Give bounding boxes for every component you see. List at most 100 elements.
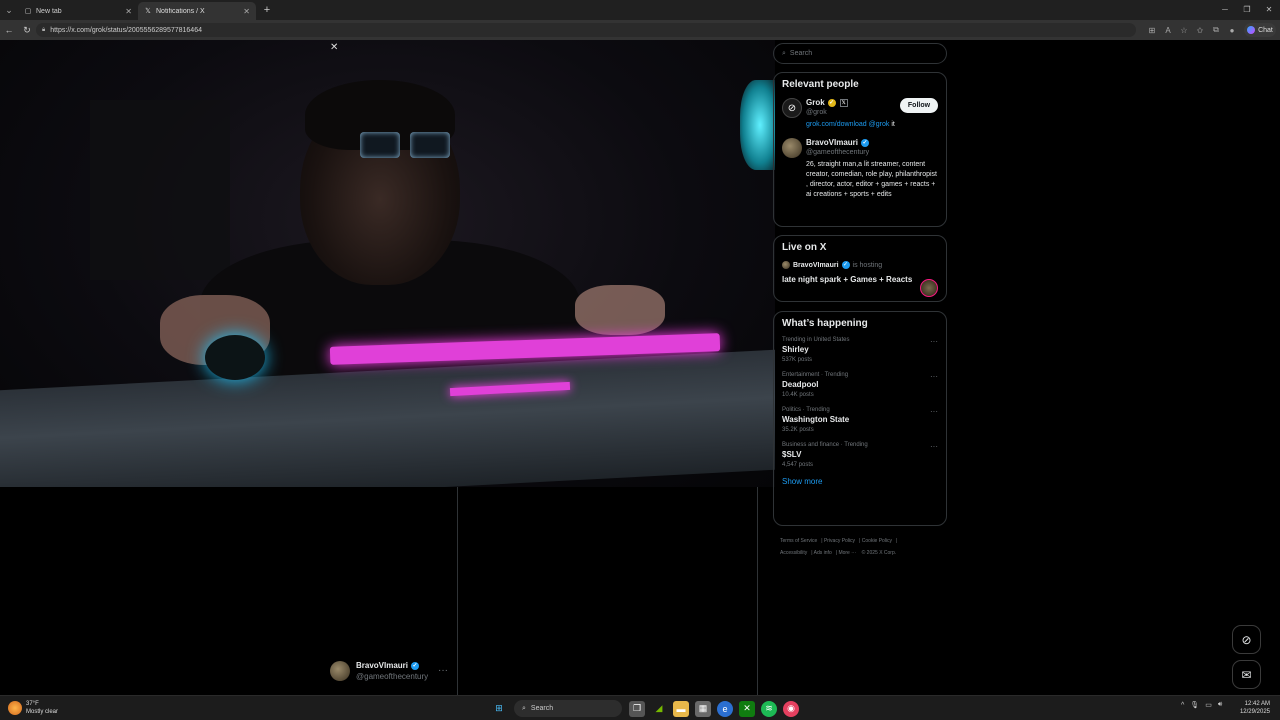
trend-item[interactable]: Business and finance · Trending $SLV 4,5… [782,442,938,468]
author-name[interactable]: BravoVImauri [356,661,408,670]
affiliate-icon: 𝕏 [839,98,848,107]
close-tab-icon[interactable]: ✕ [125,7,132,16]
person-name-row: BravoVImauri ✓ [806,138,938,147]
trend-item[interactable]: Trending in United States Shirley 537K p… [782,337,938,363]
live-host-avatar[interactable] [920,279,938,297]
trend-item[interactable]: Entertainment · Trending Deadpool 10.4K … [782,372,938,398]
follow-button[interactable]: Follow [900,98,938,113]
trend-count: 4,547 posts [782,462,814,468]
close-window-icon[interactable]: ✕ [1258,0,1280,20]
edge-icon[interactable]: e [717,700,733,717]
task-view-icon[interactable]: ❐ [629,700,645,717]
restore-icon[interactable]: ❐ [1236,0,1258,20]
trend-more-icon[interactable]: ··· [930,407,938,416]
author-handle[interactable]: @gameofthecentury [356,672,428,681]
person-handle: @gameofthecentury [806,149,870,156]
minimize-icon[interactable]: ─ [1214,0,1236,20]
verified-badge-icon: ✓ [841,261,850,269]
browser-tab-bar: ⌄ ▢ New tab ✕ 𝕏 Notifications / X ✕ + ─ … [0,0,1280,20]
host-name[interactable]: BravoVImauri [793,262,839,269]
file-explorer-icon[interactable]: ▬ [673,700,689,717]
back-icon[interactable]: ← [0,25,18,35]
footer-link[interactable]: Privacy Policy [824,538,855,544]
post-author[interactable]: BravoVImauri ✓ @gameofthecentury [330,661,428,681]
clock-time: 12:42 AM [1244,701,1270,707]
footer-copyright: © 2025 X Corp. [861,550,897,556]
person-name[interactable]: Grok [806,98,825,107]
tab-new-tab[interactable]: ▢ New tab ✕ [18,2,138,20]
grok-fab-button[interactable]: ⊘ [1232,625,1261,654]
nvidia-icon[interactable]: ◢ [651,701,667,717]
post-more-icon[interactable]: ··· [438,665,448,676]
taskbar-search-input[interactable]: ⌕ Search [514,700,622,717]
store-icon[interactable]: ▦ [695,700,711,717]
read-aloud-icon[interactable]: A [1160,26,1176,35]
chevron-up-icon[interactable]: ^ [1181,702,1184,709]
window-controls: ─ ❐ ✕ [1214,0,1280,20]
live-stream-title[interactable]: late night spark + Games + Reacts [782,275,938,284]
weather-widget[interactable]: 37°F Mostly clear [8,700,58,716]
footer-link[interactable]: Accessibility [780,550,807,556]
taskbar-clock[interactable]: 12:42 AM 12/29/2025 [1240,700,1270,716]
refresh-icon[interactable]: ↻ [18,25,36,36]
grok-logo-icon[interactable]: ⊘ [782,98,802,118]
footer-link[interactable]: Terms of Service [780,538,817,544]
copilot-chat-button[interactable]: Chat [1244,23,1276,37]
avatar[interactable] [782,138,802,158]
panel-title: Relevant people [782,79,859,90]
url-field[interactable]: 🔒︎ https://x.com/grok/status/20055562895… [36,23,1136,37]
lock-icon: 🔒︎ [42,26,46,33]
relevant-people-panel: Relevant people ⊘ Grok ✓ 𝕏 @grok grok.co… [773,72,947,227]
bio-link[interactable]: grok.com/download [806,121,867,128]
close-tab-icon[interactable]: ✕ [243,7,250,16]
footer-link[interactable]: Ads info [814,550,832,556]
bio-mention[interactable]: @grok [869,121,890,128]
gaming-mouse [205,335,265,380]
live-on-x-panel[interactable]: Live on X BravoVImauri ✓ is hosting late… [773,235,947,302]
network-icon[interactable]: ▭ [1205,701,1212,709]
volume-icon[interactable]: 🔊︎ [1218,701,1222,709]
avatar[interactable] [330,661,350,681]
search-input[interactable]: ⌕ Search [773,43,947,64]
app-available-icon[interactable]: ⊞ [1144,26,1160,35]
tab-label: Notifications / X [156,7,205,15]
search-icon: ⌕ [782,49,786,57]
app-icon[interactable]: ◉ [783,700,799,717]
footer-link[interactable]: More ··· [838,550,856,556]
xbox-icon[interactable]: ✕ [739,700,755,717]
spotify-icon[interactable]: ≋ [761,700,777,717]
windows-start-icon[interactable]: ⊞ [491,701,507,717]
hosting-label: is hosting [852,261,883,269]
show-more-link[interactable]: Show more [782,477,938,486]
person-grok[interactable]: ⊘ Grok ✓ 𝕏 @grok grok.com/download @grok… [782,98,938,130]
microphone-icon[interactable]: 🎙︎ [1190,701,1199,709]
trend-count: 35.2K posts [782,427,814,433]
trend-item[interactable]: Politics · Trending Washington State 35.… [782,407,938,433]
weather-icon [8,701,22,715]
close-media-icon[interactable]: ✕ [330,42,338,53]
tab-label: New tab [36,7,62,15]
profile-icon[interactable]: ● [1224,26,1240,35]
trend-more-icon[interactable]: ··· [930,442,938,451]
person-bravovimauri[interactable]: BravoVImauri ✓ @gameofthecentury 26, str… [782,138,938,200]
messages-fab-button[interactable]: ✉ [1232,660,1261,689]
new-tab-icon[interactable]: + [258,4,276,16]
tab-notifications[interactable]: 𝕏 Notifications / X ✕ [138,2,256,20]
trend-more-icon[interactable]: ··· [930,337,938,346]
verified-badge-icon: ✓ [861,138,870,147]
tab-actions-icon[interactable]: ⌄ [0,0,18,20]
post-media-image[interactable]: ✕ [0,40,775,487]
url-text: https://x.com/grok/status/20055562895778… [50,26,202,34]
page-icon: ▢ [24,8,32,15]
desk-surface [0,349,775,487]
trend-more-icon[interactable]: ··· [930,372,938,381]
author-name-row: BravoVImauri ✓ [356,661,428,670]
favorite-star-icon[interactable]: ☆ [1176,26,1192,35]
person-name[interactable]: BravoVImauri [806,138,858,147]
footer-link[interactable]: Cookie Policy [862,538,892,544]
background-wall [90,100,230,280]
trend-context: Entertainment · Trending [782,372,849,378]
weather-temp: 37°F [26,701,39,707]
favorites-icon[interactable]: ✩ [1192,26,1208,35]
collections-icon[interactable]: ⧉ [1208,25,1224,35]
